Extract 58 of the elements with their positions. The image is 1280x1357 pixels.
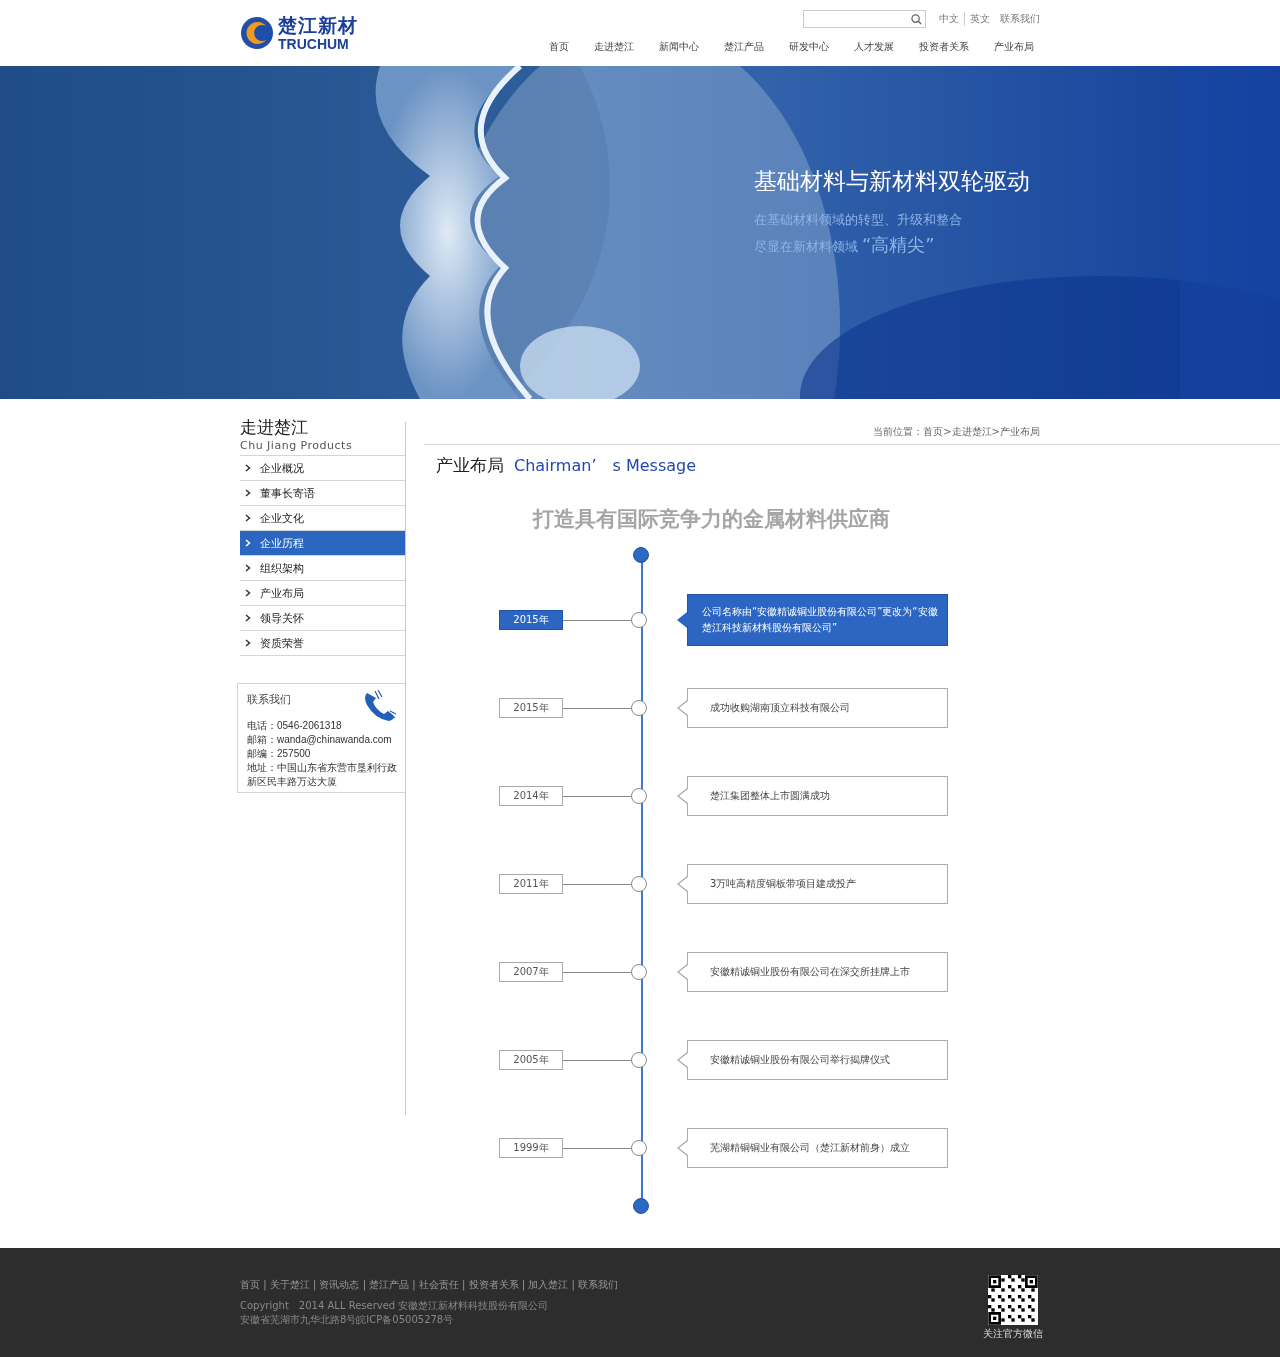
top-link[interactable]: 联系我们 bbox=[995, 12, 1040, 26]
year-label: 2011年 bbox=[499, 874, 563, 894]
breadcrumb: 当前位置：首页>走进楚江>产业布局 bbox=[872, 425, 1040, 439]
logo-wordmark: TRUCHUM bbox=[278, 36, 350, 51]
nav-link[interactable]: 新闻中心 bbox=[640, 40, 705, 54]
chevron-icon bbox=[245, 589, 251, 597]
sidebar-item[interactable]: 资质荣誉 bbox=[240, 631, 405, 656]
sidebar-item[interactable]: 领导关怀 bbox=[240, 606, 405, 631]
sidebar-item[interactable]: 董事长寄语 bbox=[240, 481, 405, 506]
sidebar-item[interactable]: 产业布局 bbox=[240, 581, 405, 606]
sidebar-item[interactable]: 企业历程 bbox=[240, 531, 405, 556]
chevron-icon bbox=[245, 639, 251, 647]
page-title: 产业布局 bbox=[436, 454, 504, 477]
year-label: 2014年 bbox=[499, 786, 563, 806]
page-subtitle: Chairman’ s Message bbox=[514, 456, 697, 477]
search-icon[interactable] bbox=[911, 13, 922, 25]
year-label: 2005年 bbox=[499, 1050, 563, 1070]
timeline-end-dot bbox=[633, 1198, 649, 1214]
nav-link[interactable]: 楚江产品 bbox=[705, 40, 770, 54]
nav-link[interactable]: 首页 bbox=[530, 40, 575, 54]
copyright: Copyright 2014 ALL Reserved 安徽楚江新材料科技股份有限公司 bbox=[240, 1300, 550, 1312]
year-label: 2015年 bbox=[499, 610, 563, 630]
sidebar-title: 走进楚江 bbox=[240, 416, 309, 439]
footer-links[interactable]: 首页 | 关于楚江 | 资讯动态 | 楚江产品 | 社会责任 | 投资者关系 | 加入楚江 | 联系我们 bbox=[240, 1278, 619, 1292]
sidebar-item[interactable]: 组织架构 bbox=[240, 556, 405, 581]
chevron-icon bbox=[245, 514, 251, 522]
search-field[interactable] bbox=[803, 10, 926, 28]
logo-icon bbox=[240, 16, 274, 50]
contact-line: 邮编：257500 bbox=[247, 747, 312, 761]
nav-link[interactable]: 投资者关系 bbox=[900, 40, 975, 54]
nav-link[interactable]: 人才发展 bbox=[835, 40, 900, 54]
qr-caption: 关注官方微信 bbox=[983, 1327, 1043, 1341]
contact-line: 电话：0546-2061318 bbox=[247, 719, 343, 733]
qr-code-icon bbox=[988, 1275, 1038, 1325]
headline: 打造具有国际竞争力的金属材料供应商 bbox=[533, 506, 891, 533]
year-label: 1999年 bbox=[499, 1138, 563, 1158]
contact-line: 邮箱：wanda@chinawanda.com bbox=[247, 733, 393, 747]
timeline-end-dot bbox=[633, 547, 649, 563]
top-link[interactable]: 中文 bbox=[934, 12, 964, 26]
year-label: 2015年 bbox=[499, 698, 563, 718]
banner-title: 基础材料与新材料双轮驱动 bbox=[754, 167, 1030, 196]
nav-link[interactable]: 走进楚江 bbox=[575, 40, 640, 54]
year-label: 2007年 bbox=[499, 962, 563, 982]
nav-link[interactable]: 产业布局 bbox=[975, 40, 1040, 54]
icp-number: 安徽省芜湖市九华北路8号皖ICP备05005278号 bbox=[240, 1314, 455, 1326]
nav-link[interactable]: 研发中心 bbox=[770, 40, 835, 54]
top-link[interactable]: 英文 bbox=[964, 12, 995, 26]
logo-name: 楚江新材 bbox=[278, 15, 358, 35]
chevron-icon bbox=[245, 489, 251, 497]
contact-line: 地址：中国山东省东营市垦利行政新区民丰路万达大厦 bbox=[247, 761, 397, 789]
sidebar-subtitle: Chu Jiang Products bbox=[240, 439, 354, 452]
chevron-icon bbox=[245, 564, 251, 572]
contact-title: 联系我们 bbox=[247, 692, 291, 707]
chevron-icon bbox=[245, 614, 251, 622]
chevron-icon bbox=[245, 539, 251, 547]
sidebar-item[interactable]: 企业概况 bbox=[240, 456, 405, 481]
banner-quote: “高精尖” bbox=[862, 234, 935, 255]
chevron-icon bbox=[245, 464, 251, 472]
